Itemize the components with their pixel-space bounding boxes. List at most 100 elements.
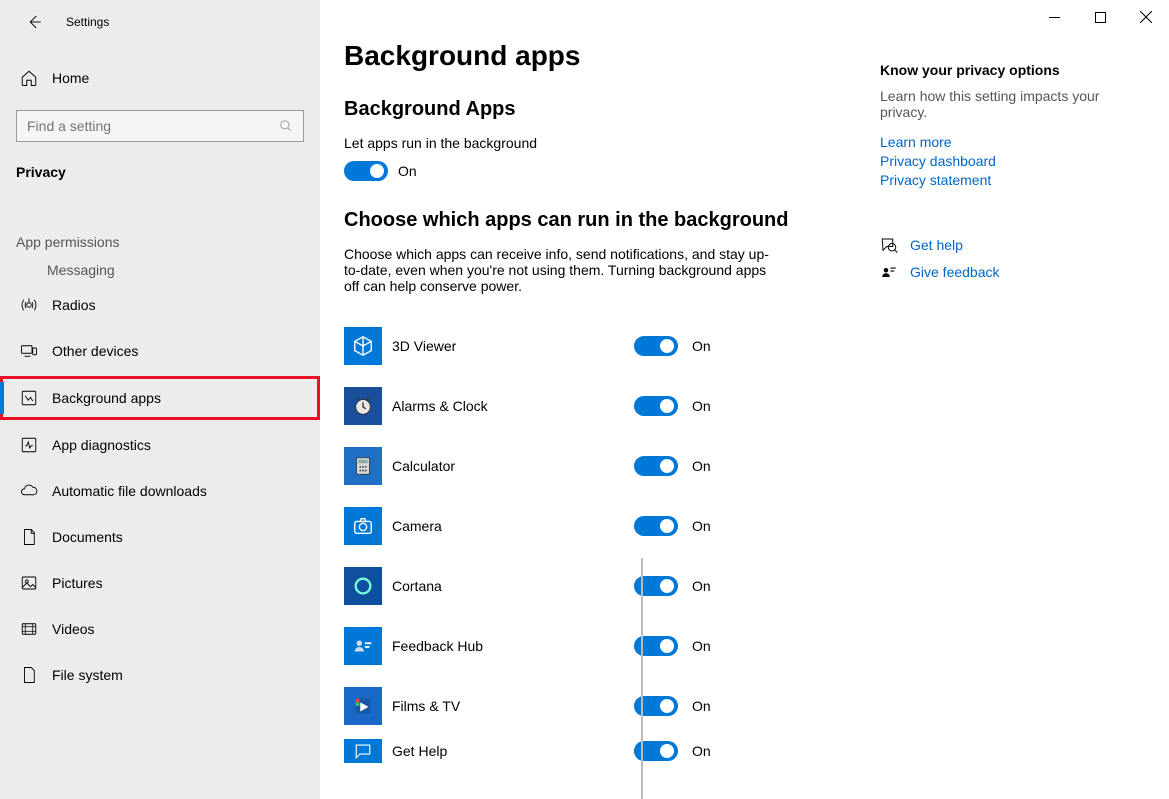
document-icon: [20, 528, 40, 546]
app-icon-cortana: [344, 567, 382, 605]
sidebar-item-auto-downloads[interactable]: Automatic file downloads: [0, 468, 320, 514]
app-toggle-state: On: [692, 698, 711, 714]
link-give-feedback[interactable]: Give feedback: [910, 264, 1000, 280]
maximize-button[interactable]: [1077, 0, 1123, 34]
apps-list: 3D Viewer On Alarms & Clock On C: [344, 316, 880, 766]
videos-icon: [20, 620, 40, 638]
minimize-icon: [1049, 12, 1060, 23]
app-toggle-state: On: [692, 638, 711, 654]
app-row: Alarms & Clock On: [344, 376, 880, 436]
sidebar-item-messaging-clipped[interactable]: Messaging: [0, 262, 320, 280]
app-toggle[interactable]: [634, 336, 678, 356]
sidebar-item-other-devices[interactable]: Other devices: [0, 328, 320, 374]
link-privacy-statement[interactable]: Privacy statement: [880, 172, 1140, 188]
app-name: Feedback Hub: [392, 638, 634, 654]
sidebar-item-file-system[interactable]: File system: [0, 652, 320, 698]
devices-icon: [20, 342, 40, 360]
app-row: Feedback Hub On: [344, 616, 880, 676]
app-name: 3D Viewer: [392, 338, 634, 354]
app-name: Camera: [392, 518, 634, 534]
sidebar-item-label: App diagnostics: [52, 437, 151, 453]
app-icon-alarms: [344, 387, 382, 425]
sidebar-nav: Radios Other devices Background apps App…: [0, 282, 320, 698]
sidebar-item-label: Documents: [52, 529, 123, 545]
app-name: Alarms & Clock: [392, 398, 634, 414]
sidebar-item-videos[interactable]: Videos: [0, 606, 320, 652]
app-toggle[interactable]: [634, 516, 678, 536]
app-toggle-state: On: [692, 743, 711, 759]
app-name: Films & TV: [392, 698, 634, 714]
cloud-download-icon: [20, 482, 40, 500]
app-row: Camera On: [344, 496, 880, 556]
app-row: Calculator On: [344, 436, 880, 496]
app-toggle[interactable]: [634, 396, 678, 416]
app-name: Calculator: [392, 458, 634, 474]
toggle-state: On: [398, 163, 417, 179]
file-icon: [20, 666, 40, 684]
search-input[interactable]: [25, 117, 279, 135]
sidebar-item-label: Videos: [52, 621, 95, 637]
sidebar-item-label: Other devices: [52, 343, 138, 359]
home-nav[interactable]: Home: [0, 56, 320, 100]
section1-title: Background Apps: [344, 98, 880, 121]
app-icon-gethelp: [344, 739, 382, 763]
minimize-button[interactable]: [1031, 0, 1077, 34]
sidebar-item-label: Automatic file downloads: [52, 483, 207, 499]
help-icon: [880, 236, 900, 254]
privacy-category: Privacy: [16, 164, 320, 180]
arrow-left-icon: [25, 13, 43, 31]
section1-desc: Let apps run in the background: [344, 135, 794, 151]
app-toggle-state: On: [692, 518, 711, 534]
link-get-help[interactable]: Get help: [910, 237, 963, 253]
main-area: Background apps Background Apps Let apps…: [320, 0, 1169, 799]
sidebar-item-background-apps[interactable]: Background apps: [0, 376, 320, 420]
app-name: Cortana: [392, 578, 634, 594]
section2-desc: Choose which apps can receive info, send…: [344, 246, 784, 294]
app-icon-calculator: [344, 447, 382, 485]
close-icon: [1140, 11, 1152, 23]
app-toggle[interactable]: [634, 456, 678, 476]
sidebar-item-label: Radios: [52, 297, 96, 313]
window-controls: [1031, 0, 1169, 34]
app-icon-feedback: [344, 627, 382, 665]
app-icon-3dviewer: [344, 327, 382, 365]
sidebar-item-documents[interactable]: Documents: [0, 514, 320, 560]
section-header: App permissions: [16, 234, 320, 250]
radio-icon: [20, 296, 40, 314]
app-toggle-state: On: [692, 338, 711, 354]
app-icon-camera: [344, 507, 382, 545]
sidebar-item-label: Pictures: [52, 575, 103, 591]
sidebar-item-radios[interactable]: Radios: [0, 282, 320, 328]
toggle-switch[interactable]: [344, 161, 388, 181]
link-learn-more[interactable]: Learn more: [880, 134, 1140, 150]
search-input-container[interactable]: [16, 110, 304, 142]
link-privacy-dashboard[interactable]: Privacy dashboard: [880, 153, 1140, 169]
app-row: Get Help On: [344, 736, 880, 766]
app-row: 3D Viewer On: [344, 316, 880, 376]
section2-title: Choose which apps can run in the backgro…: [344, 209, 880, 232]
page-title: Background apps: [344, 40, 880, 72]
home-icon: [20, 69, 40, 87]
app-toggle-state: On: [692, 578, 711, 594]
sidebar-item-label: File system: [52, 667, 123, 683]
scroll-indicator[interactable]: [641, 558, 643, 799]
master-toggle[interactable]: On: [344, 161, 880, 181]
back-button[interactable]: [20, 8, 48, 36]
home-label: Home: [52, 70, 89, 86]
app-icon-films: [344, 687, 382, 725]
background-apps-icon: [20, 389, 40, 407]
sidebar-item-label: Background apps: [52, 390, 161, 406]
sidebar: Settings Home Privacy App permissions Me…: [0, 0, 320, 799]
search-icon: [279, 119, 295, 133]
right-desc: Learn how this setting impacts your priv…: [880, 88, 1110, 120]
app-toggle-state: On: [692, 398, 711, 414]
sidebar-item-app-diagnostics[interactable]: App diagnostics: [0, 422, 320, 468]
right-pane: Know your privacy options Learn how this…: [880, 0, 1140, 799]
right-title: Know your privacy options: [880, 62, 1140, 78]
app-title: Settings: [66, 15, 109, 29]
app-name: Get Help: [392, 743, 634, 759]
diagnostics-icon: [20, 436, 40, 454]
sidebar-item-pictures[interactable]: Pictures: [0, 560, 320, 606]
close-button[interactable]: [1123, 0, 1169, 34]
pictures-icon: [20, 574, 40, 592]
